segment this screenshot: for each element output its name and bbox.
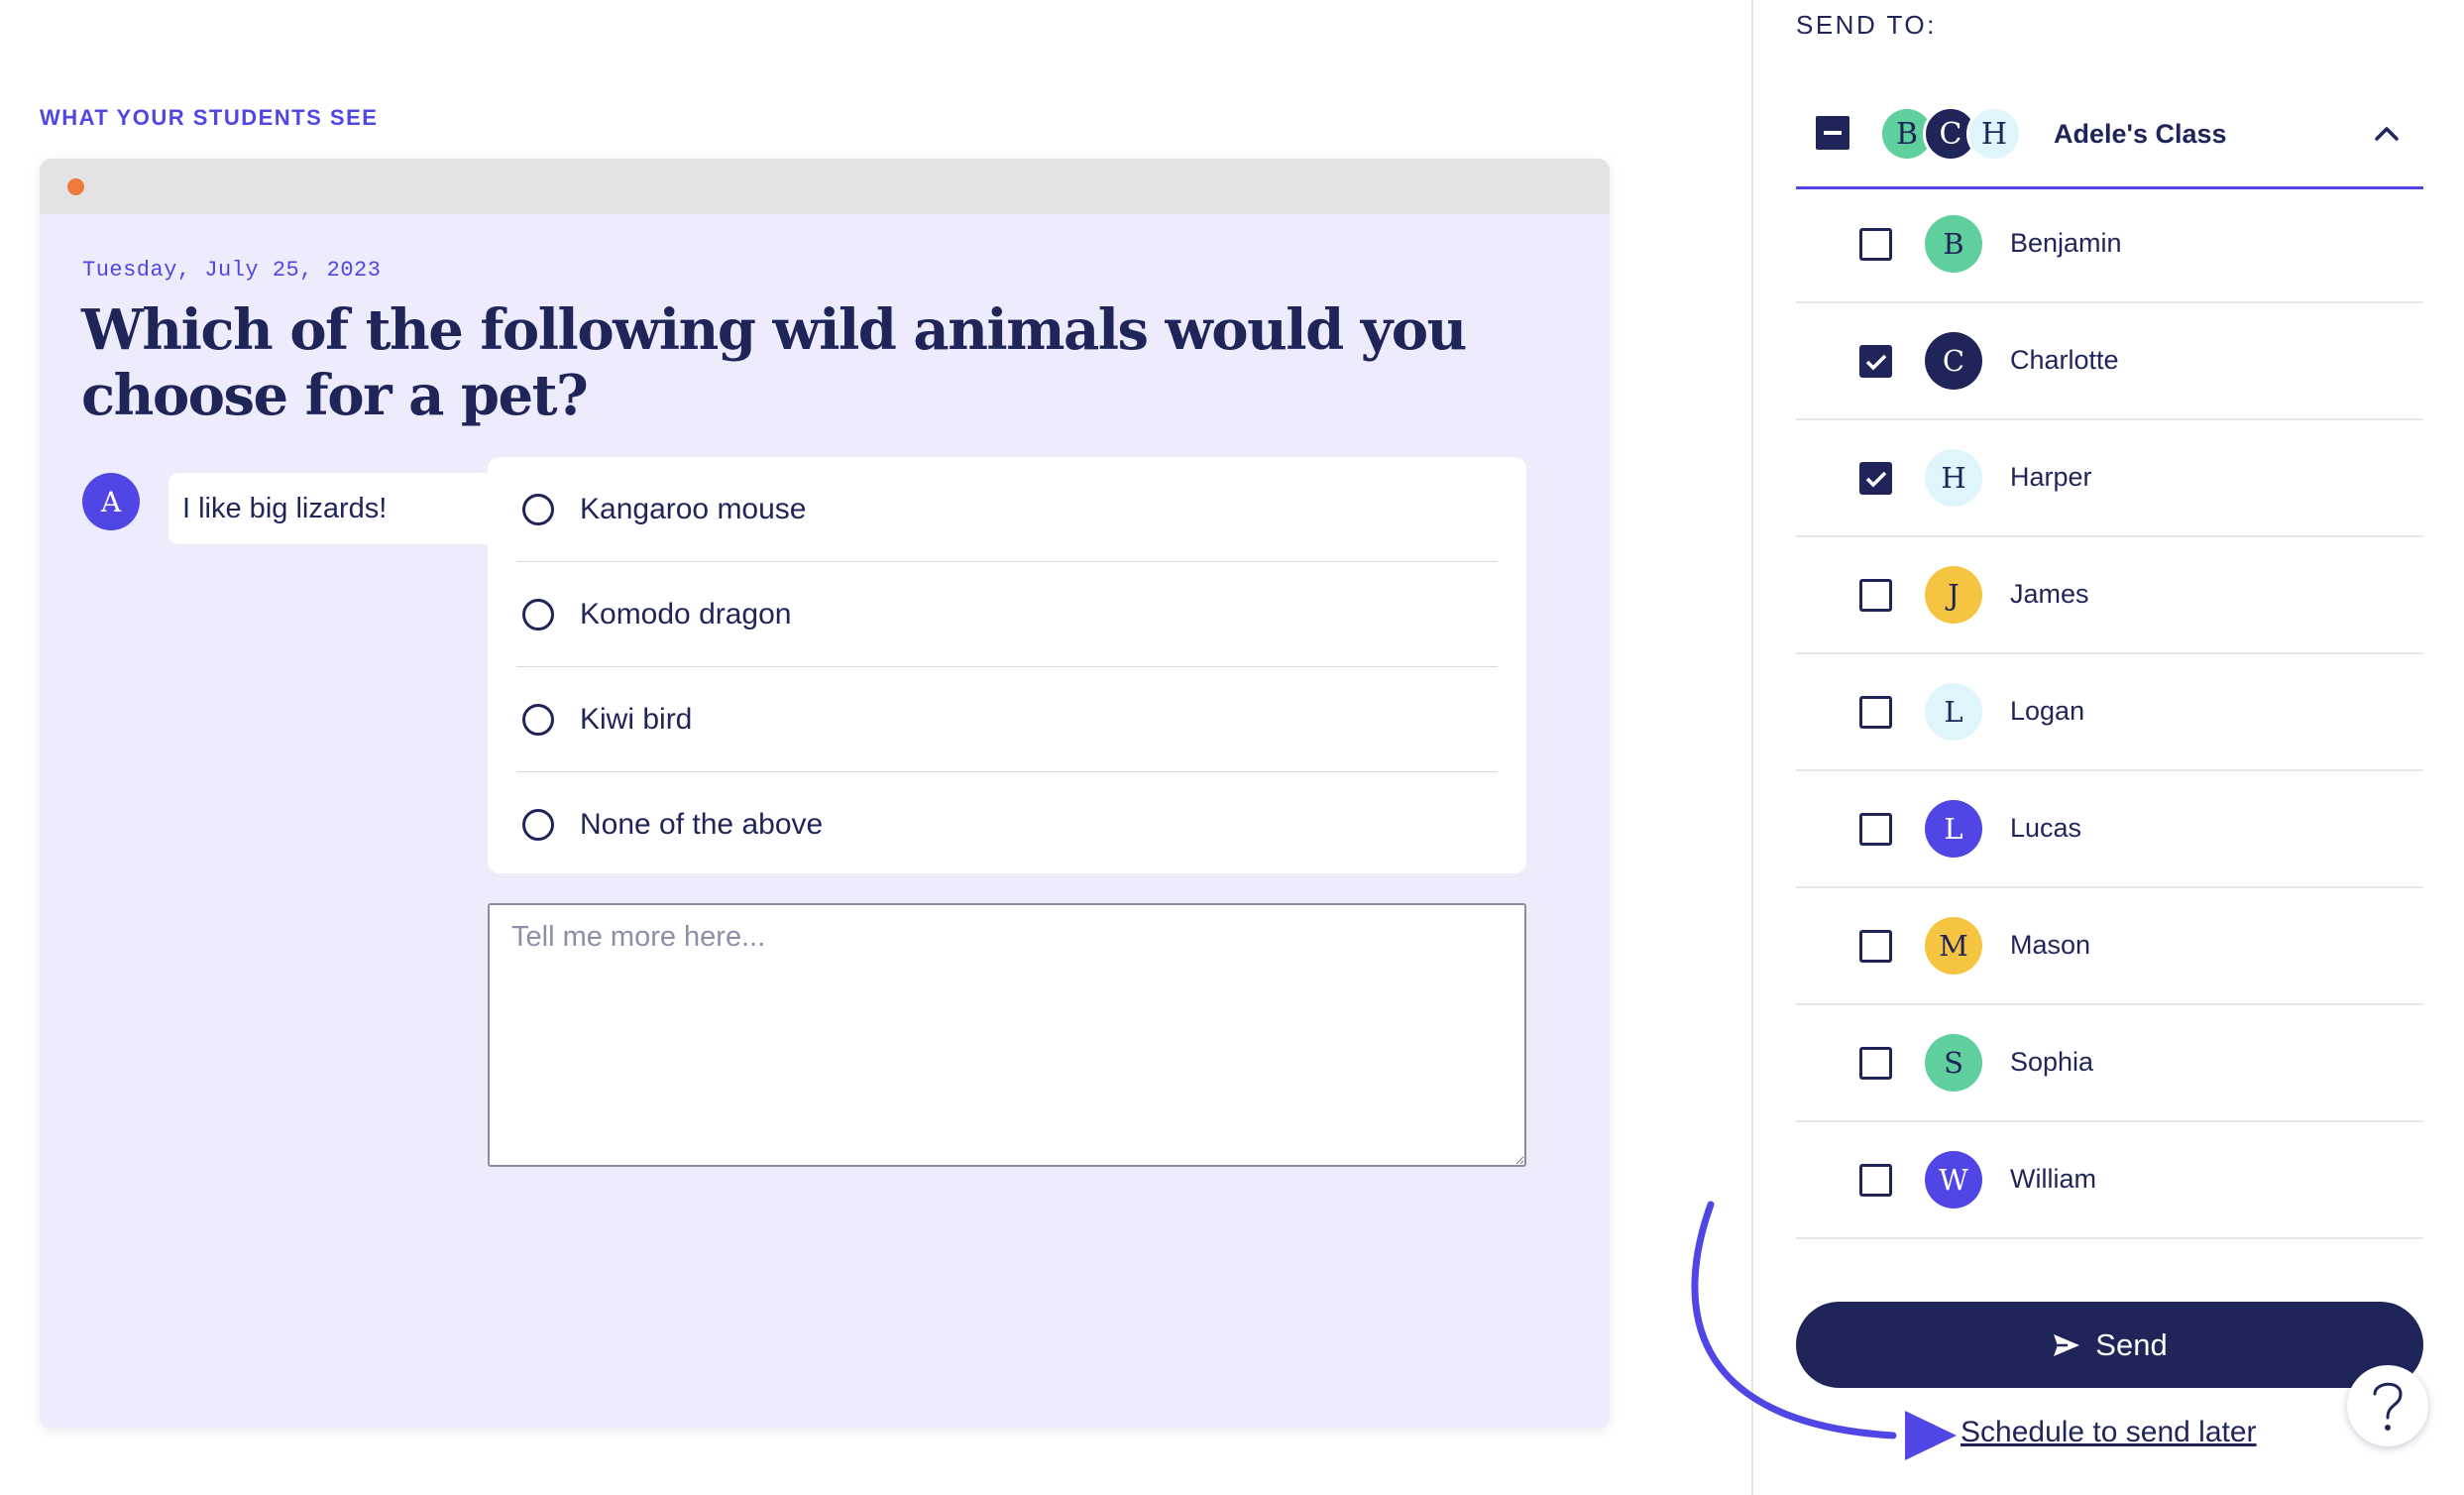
avatar: L — [1925, 683, 1982, 741]
chevron-up-icon[interactable] — [2370, 117, 2404, 151]
student-list: B Benjamin C Charlotte H Harper J James L Logan L L… — [1796, 186, 2423, 1239]
class-select-all-checkbox[interactable] — [1816, 116, 1849, 150]
tell-me-more-input[interactable] — [488, 903, 1526, 1167]
window-title-bar — [40, 159, 1610, 214]
checkmark-icon — [1865, 354, 1886, 370]
student-row[interactable]: L Logan — [1796, 654, 2423, 771]
window-dot-icon — [67, 178, 84, 195]
send-to-label: SEND TO: — [1796, 10, 1937, 40]
student-name: Charlotte — [2010, 345, 2119, 375]
student-checkbox[interactable] — [1859, 579, 1892, 612]
choice-list: Kangaroo mouse Komodo dragon Kiwi bird N… — [488, 457, 1526, 873]
choice-option[interactable]: Komodo dragon — [516, 562, 1498, 667]
avatar: L — [1925, 800, 1982, 858]
student-row[interactable]: B Benjamin — [1796, 186, 2423, 303]
curved-arrow-icon — [1691, 1201, 1957, 1460]
choice-option[interactable]: Kangaroo mouse — [516, 457, 1498, 562]
choice-option[interactable]: None of the above — [516, 772, 1498, 876]
question-date: Tuesday, July 25, 2023 — [82, 258, 382, 283]
class-name: Adele's Class — [2054, 119, 2227, 149]
student-checkbox[interactable] — [1859, 1047, 1892, 1080]
student-name: William — [2010, 1164, 2096, 1194]
avatar: J — [1925, 566, 1982, 624]
student-checkbox[interactable] — [1859, 462, 1892, 495]
send-icon — [2054, 1333, 2080, 1356]
minus-icon — [1824, 131, 1842, 135]
student-row[interactable]: L Lucas — [1796, 771, 2423, 888]
author-avatar: A — [82, 473, 140, 530]
choice-label: Kiwi bird — [580, 702, 693, 736]
avatar: B — [1925, 215, 1982, 273]
class-header-row[interactable]: B C H Adele's Class — [1796, 95, 2423, 189]
preview-heading: WHAT YOUR STUDENTS SEE — [40, 105, 379, 130]
choice-label: None of the above — [580, 807, 824, 841]
radio-icon[interactable] — [522, 703, 554, 736]
student-checkbox[interactable] — [1859, 696, 1892, 729]
student-checkbox[interactable] — [1859, 345, 1892, 378]
student-row[interactable]: J James — [1796, 537, 2423, 654]
student-name: Sophia — [2010, 1047, 2094, 1077]
schedule-send-later-link[interactable]: Schedule to send later — [1960, 1416, 2257, 1449]
student-name: Logan — [2010, 696, 2085, 726]
student-name: Benjamin — [2010, 228, 2122, 258]
avatar: S — [1925, 1034, 1982, 1092]
avatar: H — [1966, 106, 2022, 162]
avatar: H — [1925, 449, 1982, 507]
avatar: C — [1925, 332, 1982, 390]
answer-text: I like big lizards! — [182, 492, 388, 524]
choice-option[interactable]: Kiwi bird — [516, 667, 1498, 772]
student-checkbox[interactable] — [1859, 228, 1892, 261]
student-row[interactable]: M Mason — [1796, 888, 2423, 1005]
student-checkbox[interactable] — [1859, 813, 1892, 846]
choice-label: Komodo dragon — [580, 597, 792, 631]
student-checkbox[interactable] — [1859, 1164, 1892, 1197]
student-name: Harper — [2010, 462, 2092, 492]
student-row[interactable]: C Charlotte — [1796, 303, 2423, 420]
student-name: Lucas — [2010, 813, 2082, 843]
send-button-label: Send — [2095, 1326, 2168, 1362]
choice-label: Kangaroo mouse — [580, 492, 807, 525]
radio-icon[interactable] — [522, 493, 554, 525]
checkmark-icon — [1865, 471, 1886, 487]
radio-icon[interactable] — [522, 808, 554, 841]
help-button[interactable] — [2347, 1365, 2428, 1446]
student-name: Mason — [2010, 930, 2091, 960]
student-checkbox[interactable] — [1859, 930, 1892, 963]
question-icon — [2373, 1382, 2403, 1431]
student-name: James — [2010, 579, 2089, 609]
radio-icon[interactable] — [522, 598, 554, 631]
avatar: M — [1925, 917, 1982, 975]
student-row[interactable]: H Harper — [1796, 420, 2423, 537]
student-row[interactable]: S Sophia — [1796, 1005, 2423, 1122]
question-title: Which of the following wild animals woul… — [81, 297, 1467, 428]
